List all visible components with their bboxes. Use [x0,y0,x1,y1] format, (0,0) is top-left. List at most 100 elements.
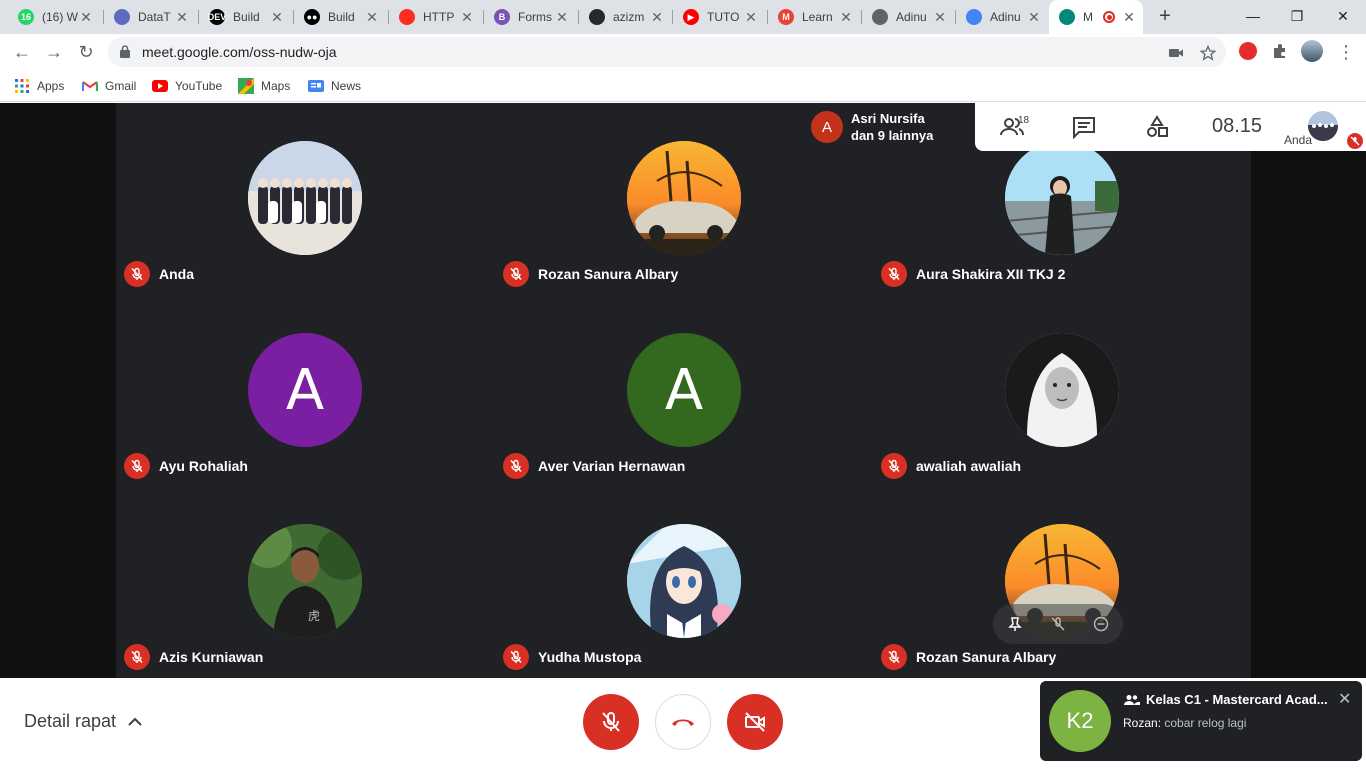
adblock-extension-icon[interactable] [1239,42,1257,60]
close-tab-icon[interactable]: ✕ [1026,9,1042,26]
tab-separator [483,10,484,24]
muted-mic-icon [881,644,907,670]
close-tab-icon[interactable]: ✕ [459,9,475,26]
remove-participant-icon[interactable] [1093,616,1109,632]
speaker-name: Asri Nursifa [851,111,925,126]
reload-button[interactable]: ↻ [74,40,98,64]
close-tab-icon[interactable]: ✕ [554,9,570,26]
participant-tile[interactable]: Yudha Mustopa [495,486,874,677]
chat-notification[interactable]: K2 Kelas C1 - Mastercard Acad... Rozan: … [1040,681,1362,761]
star-icon[interactable] [1200,45,1216,61]
participant-avatar [1005,141,1119,255]
bookmark-apps[interactable]: Apps [14,76,64,96]
close-icon[interactable]: ✕ [1338,689,1351,709]
address-bar[interactable]: meet.google.com/oss-nudw-oja [108,37,1226,67]
tab-separator [767,10,768,24]
tab-separator [578,10,579,24]
browser-tab[interactable]: azizm ✕ [579,2,671,32]
globe-icon [114,9,130,25]
mute-participant-icon[interactable] [1050,616,1066,632]
laravel-icon [399,9,415,25]
profile-avatar[interactable] [1301,40,1323,62]
close-tab-icon[interactable]: ✕ [932,9,948,26]
minimize-button[interactable]: — [1230,4,1276,28]
participant-nameplate: Ayu Rohaliah [124,453,248,479]
close-tab-icon[interactable]: ✕ [364,9,380,26]
active-speaker-indicator[interactable]: A Asri Nursifa dan 9 lainnya [803,103,975,151]
activities-icon[interactable] [1144,115,1170,139]
tile-hover-controls [993,604,1123,644]
bookmark-label: Apps [37,79,65,93]
participant-name: Rozan Sanura Albary [916,649,1057,665]
browser-tab[interactable]: ●● Build ✕ [294,2,386,32]
browser-tab[interactable]: 16 (16) W ✕ [8,2,100,32]
muted-mic-icon [503,644,529,670]
close-tab-icon[interactable]: ✕ [838,9,854,26]
close-tab-icon[interactable]: ✕ [649,9,665,26]
participant-grid: Anda Rozan Sanura Albary Aura Shakira XI… [116,103,1251,678]
camera-toggle-button[interactable] [727,694,783,750]
bookmark-gmail[interactable]: Gmail [82,76,136,96]
participant-tile[interactable]: A Ayu Rohaliah [116,295,495,486]
bookmark-news[interactable]: News [308,76,361,96]
back-button[interactable]: ← [10,40,34,64]
speaker-others: dan 9 lainnya [851,128,934,143]
browser-tab[interactable]: Adinu ✕ [862,2,954,32]
meeting-details-button[interactable]: Detail rapat [24,711,142,732]
participant-name: Aura Shakira XII TKJ 2 [916,266,1066,282]
microphone-toggle-button[interactable] [583,694,639,750]
browser-tab[interactable]: M Learn ✕ [768,2,860,32]
participant-nameplate: Rozan Sanura Albary [881,644,1056,670]
muted-mic-icon [503,453,529,479]
browser-tab[interactable]: Adinu ✕ [956,2,1048,32]
tab-title: Learn [802,10,833,24]
puzzle-extensions-icon[interactable] [1271,42,1289,60]
bookmark-youtube[interactable]: YouTube [152,76,222,96]
participant-tile[interactable]: Anda [116,103,495,294]
close-tab-icon[interactable]: ✕ [1121,9,1137,26]
participant-nameplate: Aver Varian Hernawan [503,453,685,479]
maps-icon [238,78,254,94]
avatar-initial: A [285,357,325,423]
participant-tile[interactable]: awaliah awaliah [873,295,1252,486]
participant-tile[interactable]: 虎 Azis Kurniawan [116,486,495,677]
menu-kebab-icon[interactable]: ⋮ [1334,40,1358,64]
youtube-icon: ▶ [683,9,699,25]
whatsapp-icon: 16 [18,9,34,25]
browser-tab[interactable]: DataT ✕ [104,2,196,32]
close-tab-icon[interactable]: ✕ [269,9,285,26]
close-window-button[interactable]: ✕ [1320,4,1366,28]
self-view-thumbnail[interactable] [1308,111,1338,141]
maximize-button[interactable]: ❐ [1274,4,1320,28]
self-label: Anda [1284,133,1313,147]
pin-icon[interactable] [1007,616,1023,632]
browser-toolbar: ← → ↻ meet.google.com/oss-nudw-oja ⋮ [0,34,1366,70]
browser-tab[interactable]: B Forms ✕ [484,2,576,32]
browser-tab[interactable]: M ✕ [1049,0,1143,34]
meeting-clock: 08.15 [1212,115,1263,137]
muted-mic-icon [881,453,907,479]
globe-icon [872,9,888,25]
bookmark-maps[interactable]: Maps [238,76,290,96]
forward-button[interactable]: → [42,40,66,64]
tab-title: (16) W [42,10,78,24]
browser-tab[interactable]: HTTP ✕ [389,2,481,32]
browser-tab[interactable]: ▶ TUTO ✕ [673,2,765,32]
participant-avatar: A [627,333,741,447]
close-tab-icon[interactable]: ✕ [743,9,759,26]
chat-icon[interactable] [1071,115,1097,139]
close-tab-icon[interactable]: ✕ [174,9,190,26]
leave-call-button[interactable] [655,694,711,750]
tab-strip: 16 (16) W ✕ DataT ✕ DEV Build ✕ ●● Build ✕ HTTP ✕ B Fo… [0,0,1366,34]
close-tab-icon[interactable]: ✕ [78,9,94,26]
new-tab-button[interactable]: + [1154,6,1176,28]
camera-icon[interactable] [1168,45,1184,61]
tab-separator [672,10,673,24]
meeting-top-bar: 18 08.15 Anda [975,103,1366,151]
browser-tab[interactable]: DEV Build ✕ [199,2,291,32]
participant-tile[interactable]: Rozan Sanura Albary [873,486,1252,677]
participant-nameplate: Aura Shakira XII TKJ 2 [881,261,1065,287]
participant-count: 18 [1018,115,1030,126]
chat-sender-name: Rozan: [1123,716,1162,730]
participant-tile[interactable]: A Aver Varian Hernawan [495,295,874,486]
